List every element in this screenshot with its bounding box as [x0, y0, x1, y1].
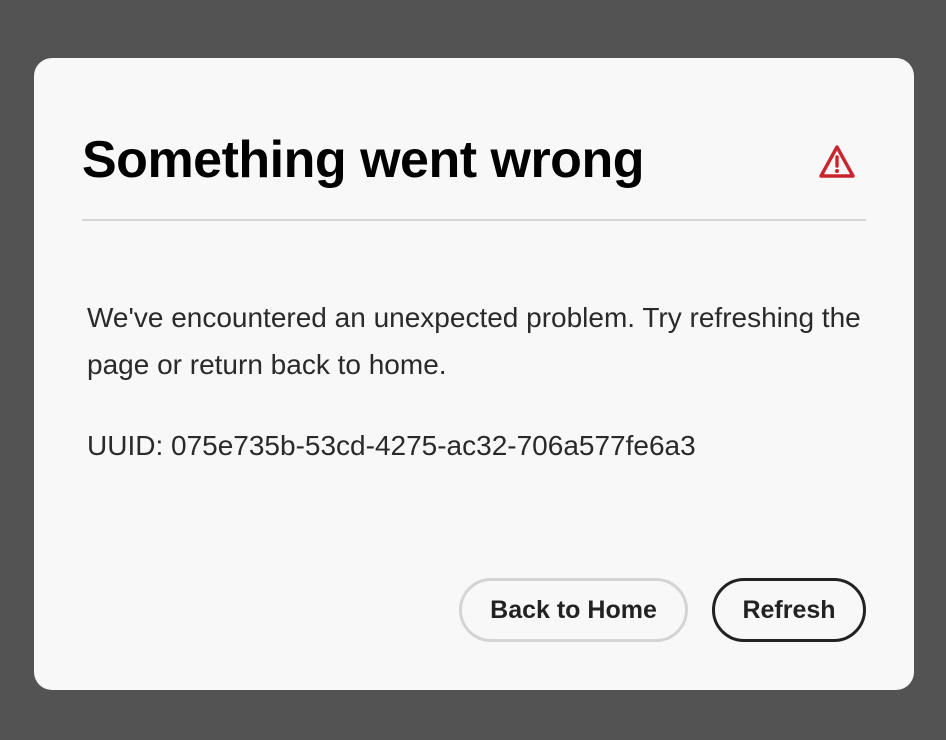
- error-dialog: Something went wrong We've encountered a…: [34, 58, 914, 690]
- refresh-button[interactable]: Refresh: [712, 578, 866, 642]
- dialog-header: Something went wrong: [82, 58, 866, 221]
- dialog-title: Something went wrong: [82, 131, 644, 189]
- back-to-home-button[interactable]: Back to Home: [459, 578, 688, 642]
- alert-triangle-icon: [819, 145, 855, 178]
- error-message: We've encountered an unexpected problem.…: [87, 302, 861, 380]
- error-uuid: UUID: 075e735b-53cd-4275-ac32-706a577fe6…: [87, 430, 696, 461]
